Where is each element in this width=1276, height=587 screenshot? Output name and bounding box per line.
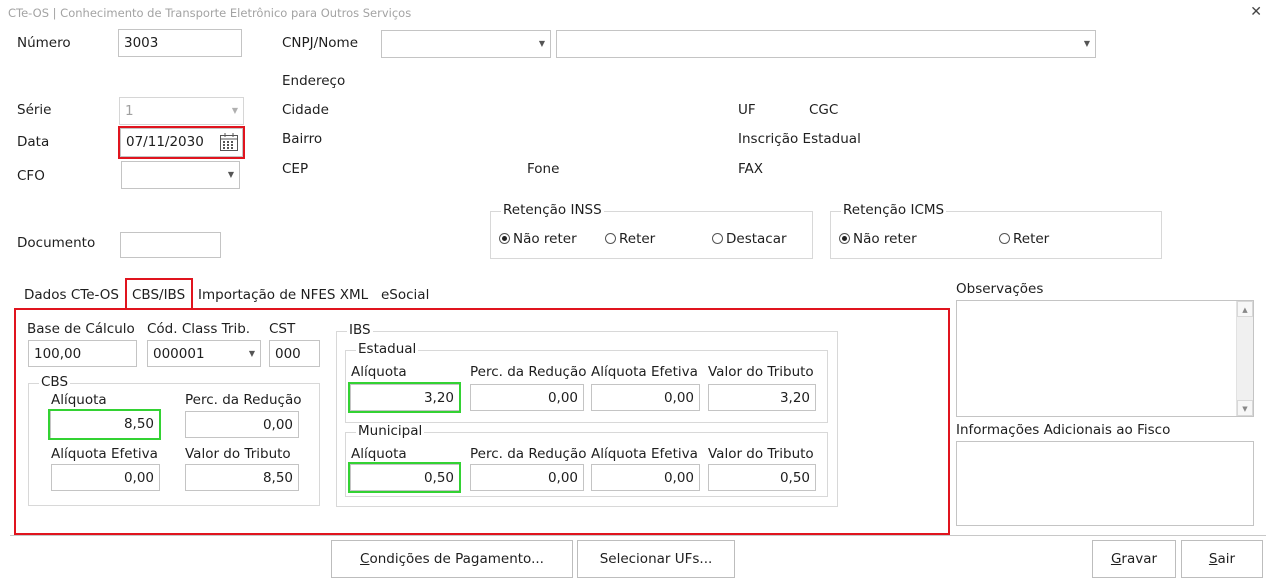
inss-reter-radio[interactable]: Reter [605,231,655,247]
cbs-reducao-input[interactable]: 0,00 [185,411,299,438]
scroll-up-icon[interactable]: ▲ [1237,301,1253,317]
chevron-down-icon: ▼ [538,39,545,48]
gravar-button[interactable]: Gravar [1092,540,1176,578]
data-highlight [118,126,245,159]
estadual-reducao-input[interactable]: 0,00 [470,384,584,411]
retencao-inss-legend: Retenção INSS [501,202,604,218]
sair-button[interactable]: Sair [1181,540,1263,578]
info-fisco-textarea[interactable] [956,441,1254,526]
class-trib-value: 000001 [153,346,205,362]
estadual-efetiva-input[interactable]: 0,00 [591,384,700,411]
cnpj-select[interactable]: ▼ [381,30,551,58]
class-trib-label: Cód. Class Trib. [147,321,251,337]
cfo-select[interactable]: ▼ [121,161,240,189]
chevron-down-icon: ▼ [248,349,255,358]
bottom-divider [10,535,1266,536]
icms-reter-radio[interactable]: Reter [999,231,1049,247]
serie-value: 1 [125,103,134,119]
documento-input[interactable] [120,232,221,258]
retencao-inss-group: Retenção INSS Não reter Reter Destacar [490,202,813,259]
chevron-down-icon: ▼ [227,170,234,179]
estadual-reducao-label: Perc. da Redução [470,364,587,380]
documento-label: Documento [17,235,96,251]
municipal-tributo-label: Valor do Tributo [708,446,814,462]
chevron-down-icon: ▼ [1083,39,1090,48]
ibs-legend: IBS [347,322,373,338]
cbs-efetiva-input[interactable]: 0,00 [51,464,160,491]
tab-cbs-ibs-highlight [125,278,193,310]
municipal-reducao-label: Perc. da Redução [470,446,587,462]
fone-label: Fone [527,161,560,177]
condicoes-pagamento-button[interactable]: Condições de Pagamento... [331,540,573,578]
tab-esocial[interactable]: eSocial [381,287,429,303]
close-icon[interactable]: ✕ [1250,4,1262,20]
radio-icon [712,233,723,244]
cbs-legend: CBS [39,374,71,390]
observacoes-label: Observações [956,281,1044,297]
base-calculo-label: Base de Cálculo [27,321,135,337]
radio-icon [605,233,616,244]
uf-label: UF [738,102,756,118]
window-title: CTe-OS | Conhecimento de Transporte Elet… [8,6,412,20]
observacoes-scrollbar[interactable]: ▲ ▼ [1236,301,1253,416]
retencao-icms-group: Retenção ICMS Não reter Reter [830,202,1162,259]
estadual-tributo-label: Valor do Tributo [708,364,814,380]
estadual-aliquota-label: Alíquota [351,364,407,380]
cgc-label: CGC [809,102,839,118]
tab-importacao-nfes-xml[interactable]: Importação de NFES XML [198,287,368,303]
municipal-reducao-input[interactable]: 0,00 [470,464,584,491]
endereco-label: Endereço [282,73,346,89]
retencao-icms-legend: Retenção ICMS [841,202,947,218]
scroll-down-icon[interactable]: ▼ [1237,400,1253,416]
radio-icon [999,233,1010,244]
cbs-aliquota-highlight [48,409,161,440]
cep-label: CEP [282,161,309,177]
cnpj-label: CNPJ/Nome [282,35,359,51]
cfo-label: CFO [17,168,45,184]
tab-dados-cte-os[interactable]: Dados CTe-OS [24,287,119,303]
cidade-label: Cidade [282,102,329,118]
fax-label: FAX [738,161,764,177]
cbs-tributo-label: Valor do Tributo [185,446,291,462]
cst-label: CST [269,321,296,337]
municipal-efetiva-input[interactable]: 0,00 [591,464,700,491]
cbs-reducao-label: Perc. da Redução [185,392,302,408]
municipal-legend: Municipal [356,423,425,439]
cbs-aliquota-label: Alíquota [51,392,107,408]
ie-label: Inscrição Estadual [738,131,861,147]
observacoes-textarea[interactable]: ▲ ▼ [956,300,1254,417]
serie-label: Série [17,102,52,118]
serie-select[interactable]: 1 ▼ [119,97,244,125]
inss-nao-reter-radio[interactable]: Não reter [499,231,577,247]
selecionar-ufs-button[interactable]: Selecionar UFs... [577,540,735,578]
cst-input[interactable]: 000 [269,340,320,367]
chevron-down-icon: ▼ [231,106,238,115]
radio-selected-icon [499,233,510,244]
estadual-efetiva-label: Alíquota Efetiva [591,364,698,380]
municipal-aliquota-highlight [348,462,461,493]
icms-nao-reter-radio[interactable]: Não reter [839,231,917,247]
base-calculo-input[interactable]: 100,00 [28,340,137,367]
info-fisco-label: Informações Adicionais ao Fisco [956,422,1171,438]
nome-select[interactable]: ▼ [556,30,1096,58]
municipal-tributo-input[interactable]: 0,50 [708,464,816,491]
municipal-efetiva-label: Alíquota Efetiva [591,446,698,462]
cbs-efetiva-label: Alíquota Efetiva [51,446,158,462]
numero-label: Número [17,35,71,51]
estadual-legend: Estadual [356,341,419,357]
municipal-aliquota-label: Alíquota [351,446,407,462]
data-label: Data [17,134,50,150]
estadual-aliquota-highlight [348,382,461,413]
inss-destacar-radio[interactable]: Destacar [712,231,787,247]
class-trib-select[interactable]: 000001 ▼ [147,340,261,367]
radio-selected-icon [839,233,850,244]
numero-input[interactable]: 3003 [118,29,242,57]
estadual-tributo-input[interactable]: 3,20 [708,384,816,411]
bairro-label: Bairro [282,131,323,147]
cbs-tributo-input[interactable]: 8,50 [185,464,299,491]
